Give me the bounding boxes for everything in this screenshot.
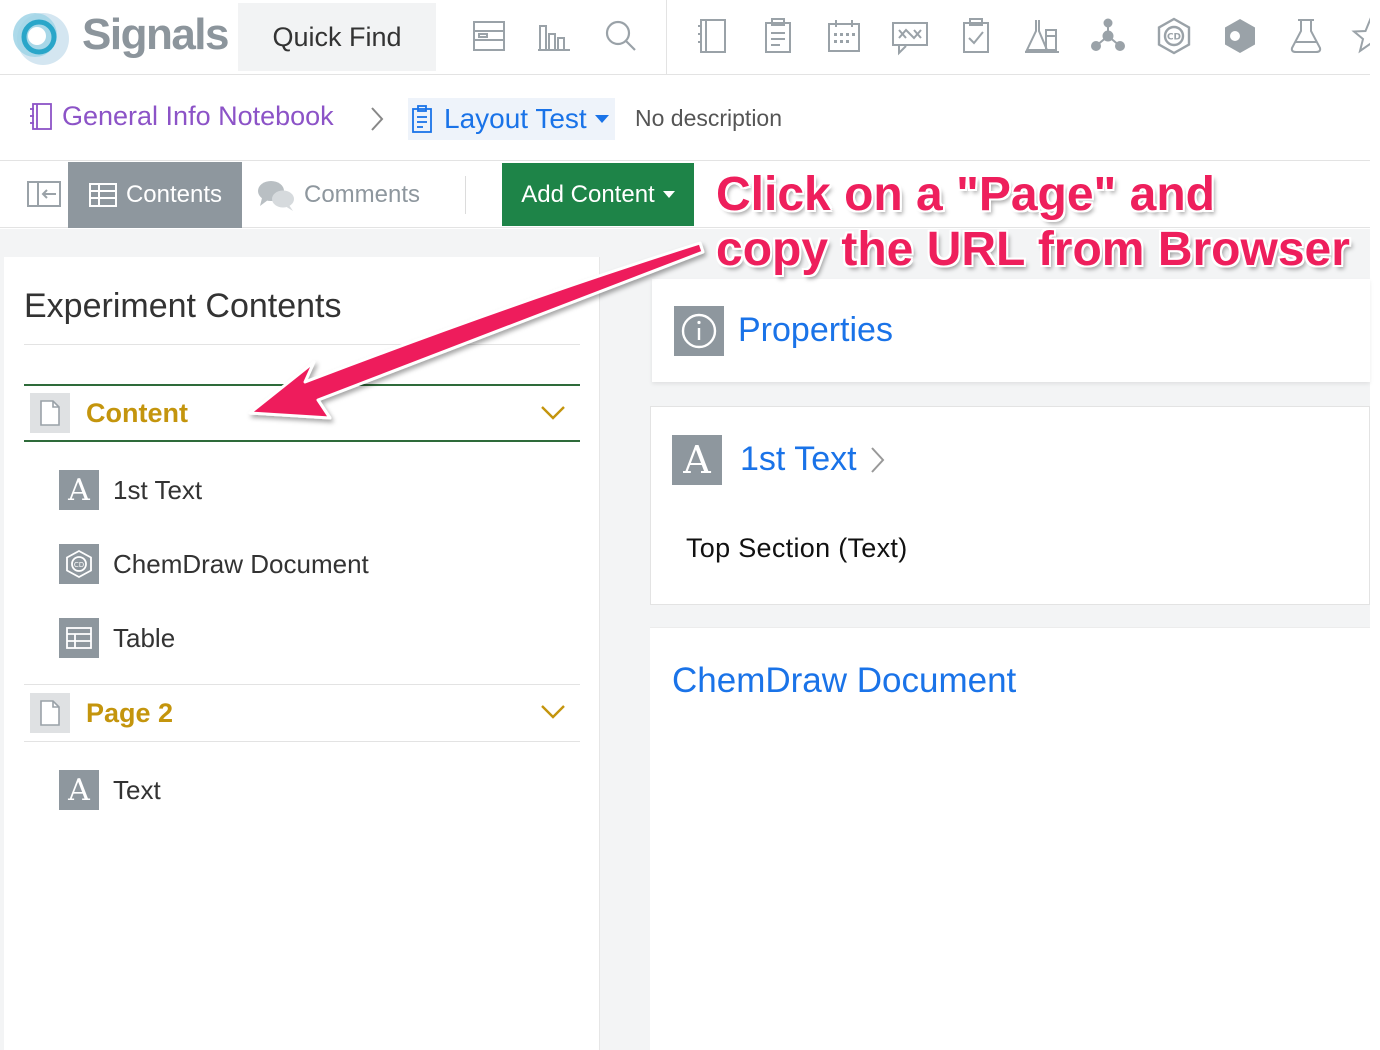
text-icon: A: [672, 435, 722, 485]
text-icon: A: [59, 470, 99, 510]
checklist-icon[interactable]: [956, 16, 996, 56]
chevron-right-icon: [371, 107, 384, 131]
divider: [24, 344, 580, 345]
caret-down-icon: [662, 191, 675, 198]
add-content-button[interactable]: Add Content: [502, 163, 694, 226]
table-icon: [59, 618, 99, 658]
experiment-contents-panel: Experiment Contents Content A 1st Text C…: [4, 257, 600, 1050]
breadcrumb: General Info Notebook Layout Test No des…: [0, 76, 1370, 161]
calendar-icon[interactable]: [824, 16, 864, 56]
notebook-name: General Info Notebook: [62, 101, 334, 131]
text-card-title[interactable]: 1st Text: [740, 440, 887, 479]
panel-title: Experiment Contents: [24, 287, 342, 325]
page-icon: [30, 393, 70, 433]
table-icon: [88, 183, 117, 207]
notebook-icon[interactable]: [693, 16, 733, 56]
caret-down-icon: [594, 115, 609, 123]
logo-text: Signals: [82, 10, 230, 59]
tab-comments[interactable]: Comments: [256, 162, 420, 228]
svg-text:CD: CD: [74, 561, 84, 569]
signals-logo[interactable]: Signals: [8, 4, 230, 70]
star-icon[interactable]: [1350, 16, 1370, 56]
chevron-down-icon[interactable]: [540, 703, 566, 721]
workflow-icon[interactable]: [890, 16, 930, 56]
quick-find-button[interactable]: Quick Find: [238, 3, 436, 71]
page-label: Page 2: [86, 697, 174, 728]
svg-text:CD: CD: [1167, 33, 1181, 43]
page-item-page-2[interactable]: Page 2: [24, 684, 580, 742]
chemdraw-card: ChemDraw Document: [650, 627, 1370, 1050]
top-bar: Signals Quick Find CD: [0, 0, 1370, 75]
page-label: Content: [86, 397, 188, 428]
experiment-dropdown[interactable]: Layout Test: [408, 98, 615, 140]
chemdraw-icon[interactable]: CD: [1154, 16, 1194, 56]
entry-chemdraw-document[interactable]: CD ChemDraw Document: [59, 544, 369, 584]
chevron-down-icon[interactable]: [540, 404, 566, 422]
annotation-text: Click on a "Page" and copy the URL from …: [716, 168, 1350, 276]
flask-icon[interactable]: [1286, 16, 1326, 56]
hexagon-icon[interactable]: [1220, 16, 1260, 56]
search-icon[interactable]: [601, 16, 641, 56]
tab-contents[interactable]: Contents: [68, 162, 242, 228]
experiment-name: Layout Test: [444, 103, 587, 134]
text-card: A 1st Text Top Section (Text): [650, 406, 1370, 605]
clipboard-icon[interactable]: [758, 16, 798, 56]
notebook-icon: [30, 102, 52, 130]
toolbar-separator: [666, 0, 667, 75]
properties-title[interactable]: Properties: [738, 311, 893, 350]
text-card-body[interactable]: Top Section (Text): [686, 533, 908, 564]
comments-icon: [258, 181, 294, 211]
tab-separator: [465, 176, 466, 214]
collapse-panel-icon[interactable]: [26, 179, 62, 209]
page-item-content[interactable]: Content: [24, 384, 580, 442]
clipboard-icon: [412, 105, 432, 133]
dashboard-icon[interactable]: [469, 16, 509, 56]
bar-chart-icon[interactable]: [534, 16, 574, 56]
text-icon: A: [59, 770, 99, 810]
molecule-icon[interactable]: [1088, 16, 1128, 56]
entry-text[interactable]: A Text: [59, 770, 161, 810]
entry-table[interactable]: Table: [59, 618, 175, 658]
chevron-right-icon: [870, 446, 884, 473]
chemdraw-card-title[interactable]: ChemDraw Document: [672, 661, 1016, 701]
page-icon: [30, 693, 70, 733]
lab-equipment-icon[interactable]: [1022, 16, 1062, 56]
info-icon: [674, 306, 724, 356]
experiment-description[interactable]: No description: [635, 105, 782, 132]
breadcrumb-notebook-link[interactable]: General Info Notebook: [28, 101, 334, 132]
chemdraw-icon: CD: [59, 544, 99, 584]
entry-1st-text[interactable]: A 1st Text: [59, 470, 202, 510]
signals-logo-icon: [8, 6, 70, 68]
properties-card: Properties: [652, 279, 1370, 382]
